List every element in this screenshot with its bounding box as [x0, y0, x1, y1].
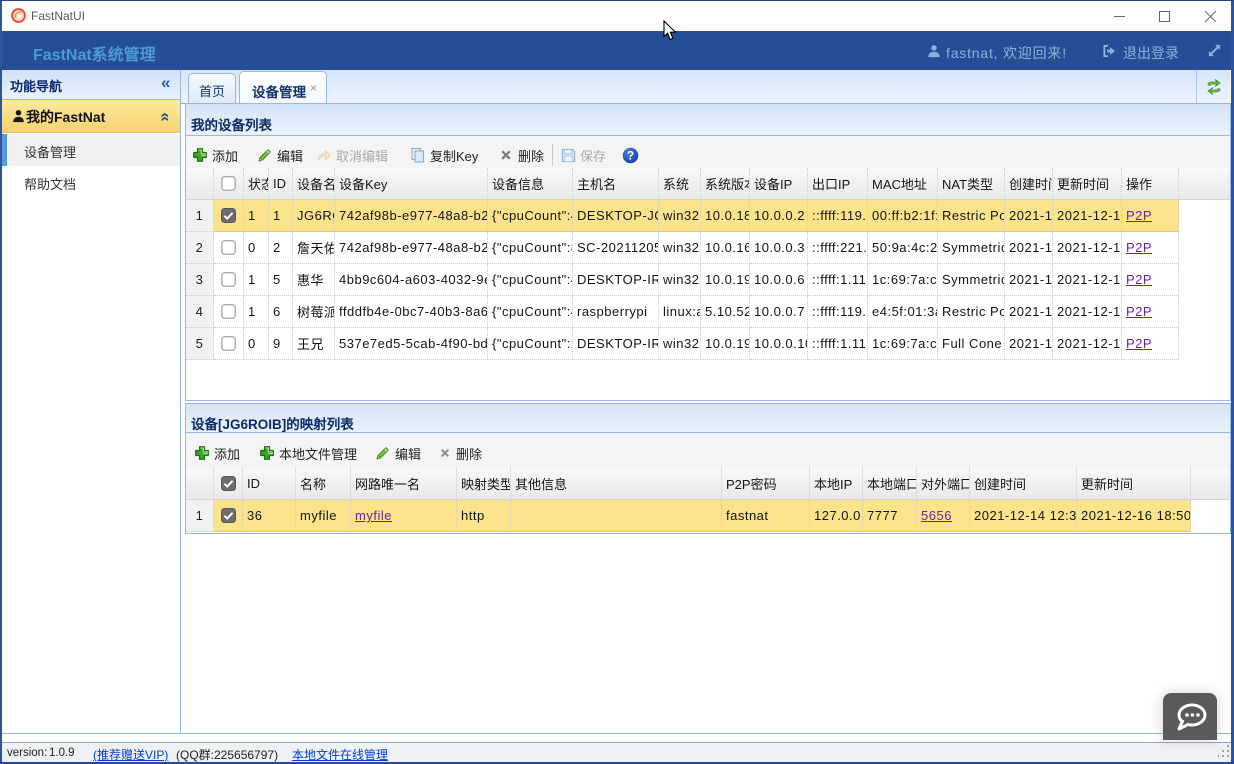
svg-text:?: ?: [627, 148, 634, 162]
